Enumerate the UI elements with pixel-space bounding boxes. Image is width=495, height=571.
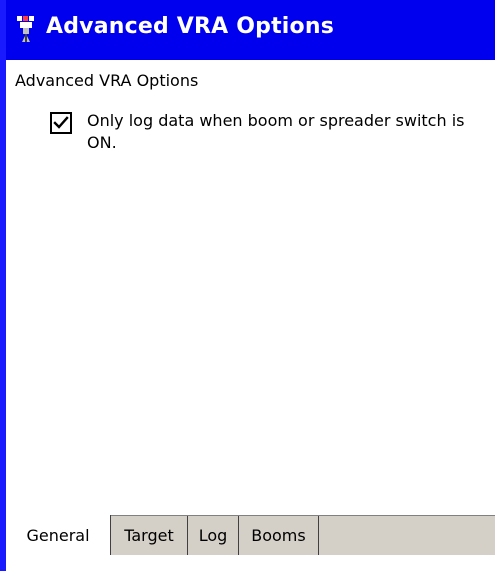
tab-target[interactable]: Target xyxy=(111,516,188,555)
section-label: Advanced VRA Options xyxy=(15,71,199,90)
log-only-when-on-checkbox[interactable] xyxy=(50,112,72,134)
tab-general[interactable]: General xyxy=(6,515,111,555)
vra-app-icon xyxy=(14,14,38,44)
general-tab-panel: Advanced VRA Options Only log data when … xyxy=(6,60,495,515)
tab-bar: General Target Log Booms xyxy=(6,515,495,555)
tab-booms[interactable]: Booms xyxy=(239,516,319,555)
window-title: Advanced VRA Options xyxy=(46,14,335,39)
options-window: Advanced VRA Options Advanced VRA Option… xyxy=(0,0,495,571)
tab-log[interactable]: Log xyxy=(188,516,239,555)
bottom-strip xyxy=(6,555,495,571)
title-bar: Advanced VRA Options xyxy=(6,0,495,60)
log-only-when-on-label[interactable]: Only log data when boom or spreader swit… xyxy=(87,110,487,154)
checkmark-icon xyxy=(53,116,69,129)
